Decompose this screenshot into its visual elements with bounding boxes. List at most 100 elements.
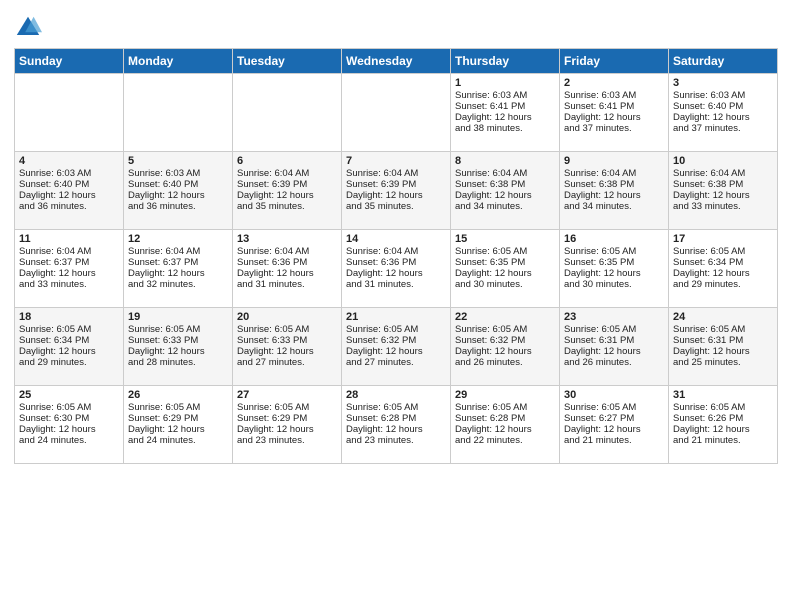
calendar-cell: 10Sunrise: 6:04 AMSunset: 6:38 PMDayligh… (669, 152, 778, 230)
day-info: and 37 minutes. (564, 123, 664, 134)
day-info: Sunset: 6:36 PM (346, 257, 446, 268)
day-info: Daylight: 12 hours (237, 268, 337, 279)
day-info: Sunset: 6:31 PM (564, 335, 664, 346)
day-info: Daylight: 12 hours (673, 112, 773, 123)
calendar-cell: 29Sunrise: 6:05 AMSunset: 6:28 PMDayligh… (451, 386, 560, 464)
day-number: 15 (455, 233, 555, 245)
calendar-cell: 18Sunrise: 6:05 AMSunset: 6:34 PMDayligh… (15, 308, 124, 386)
day-info: Sunrise: 6:05 AM (455, 324, 555, 335)
day-info: and 38 minutes. (455, 123, 555, 134)
day-info: Daylight: 12 hours (19, 346, 119, 357)
day-info: Daylight: 12 hours (564, 112, 664, 123)
day-info: Daylight: 12 hours (346, 424, 446, 435)
calendar-cell (124, 74, 233, 152)
day-info: and 37 minutes. (673, 123, 773, 134)
calendar-cell: 4Sunrise: 6:03 AMSunset: 6:40 PMDaylight… (15, 152, 124, 230)
day-info: Sunrise: 6:05 AM (673, 246, 773, 257)
header (14, 10, 778, 42)
day-number: 28 (346, 389, 446, 401)
day-info: Daylight: 12 hours (19, 268, 119, 279)
day-info: and 35 minutes. (346, 201, 446, 212)
day-info: Sunset: 6:31 PM (673, 335, 773, 346)
day-info: and 34 minutes. (564, 201, 664, 212)
day-info: Sunset: 6:27 PM (564, 413, 664, 424)
calendar-table: SundayMondayTuesdayWednesdayThursdayFrid… (14, 48, 778, 464)
day-info: Sunrise: 6:05 AM (673, 402, 773, 413)
day-info: and 22 minutes. (455, 435, 555, 446)
calendar-cell: 13Sunrise: 6:04 AMSunset: 6:36 PMDayligh… (233, 230, 342, 308)
day-info: Daylight: 12 hours (455, 346, 555, 357)
calendar-cell: 23Sunrise: 6:05 AMSunset: 6:31 PMDayligh… (560, 308, 669, 386)
weekday-header-sunday: Sunday (15, 49, 124, 74)
day-info: Sunrise: 6:03 AM (673, 90, 773, 101)
day-info: and 26 minutes. (564, 357, 664, 368)
day-number: 29 (455, 389, 555, 401)
day-number: 10 (673, 155, 773, 167)
day-info: and 28 minutes. (128, 357, 228, 368)
day-info: and 31 minutes. (346, 279, 446, 290)
day-number: 19 (128, 311, 228, 323)
calendar-cell: 9Sunrise: 6:04 AMSunset: 6:38 PMDaylight… (560, 152, 669, 230)
day-info: Daylight: 12 hours (455, 268, 555, 279)
weekday-header-saturday: Saturday (669, 49, 778, 74)
calendar-cell: 27Sunrise: 6:05 AMSunset: 6:29 PMDayligh… (233, 386, 342, 464)
day-info: Sunset: 6:38 PM (455, 179, 555, 190)
calendar-cell (342, 74, 451, 152)
day-info: Daylight: 12 hours (19, 424, 119, 435)
day-number: 22 (455, 311, 555, 323)
day-info: Sunset: 6:34 PM (19, 335, 119, 346)
day-info: Daylight: 12 hours (455, 112, 555, 123)
day-info: and 31 minutes. (237, 279, 337, 290)
day-number: 1 (455, 77, 555, 89)
day-number: 17 (673, 233, 773, 245)
weekday-header-wednesday: Wednesday (342, 49, 451, 74)
day-info: Sunrise: 6:04 AM (673, 168, 773, 179)
day-info: and 26 minutes. (455, 357, 555, 368)
day-number: 31 (673, 389, 773, 401)
day-info: Daylight: 12 hours (564, 424, 664, 435)
logo (14, 14, 46, 42)
calendar-cell: 14Sunrise: 6:04 AMSunset: 6:36 PMDayligh… (342, 230, 451, 308)
day-info: Sunset: 6:41 PM (455, 101, 555, 112)
day-info: Sunrise: 6:05 AM (673, 324, 773, 335)
day-info: Sunset: 6:26 PM (673, 413, 773, 424)
calendar-cell: 26Sunrise: 6:05 AMSunset: 6:29 PMDayligh… (124, 386, 233, 464)
weekday-header-thursday: Thursday (451, 49, 560, 74)
weekday-header-friday: Friday (560, 49, 669, 74)
day-info: Daylight: 12 hours (128, 268, 228, 279)
day-info: Sunset: 6:29 PM (128, 413, 228, 424)
day-info: Sunset: 6:30 PM (19, 413, 119, 424)
calendar-cell: 11Sunrise: 6:04 AMSunset: 6:37 PMDayligh… (15, 230, 124, 308)
calendar-body: 1Sunrise: 6:03 AMSunset: 6:41 PMDaylight… (15, 74, 778, 464)
day-info: Sunrise: 6:03 AM (19, 168, 119, 179)
day-number: 26 (128, 389, 228, 401)
day-info: Sunrise: 6:04 AM (237, 168, 337, 179)
day-number: 11 (19, 233, 119, 245)
day-info: Sunrise: 6:05 AM (455, 402, 555, 413)
day-info: Sunrise: 6:04 AM (237, 246, 337, 257)
calendar-cell: 12Sunrise: 6:04 AMSunset: 6:37 PMDayligh… (124, 230, 233, 308)
day-info: and 29 minutes. (673, 279, 773, 290)
weekday-header-monday: Monday (124, 49, 233, 74)
day-info: Sunset: 6:39 PM (237, 179, 337, 190)
day-info: Sunset: 6:33 PM (128, 335, 228, 346)
day-info: Daylight: 12 hours (346, 346, 446, 357)
day-number: 13 (237, 233, 337, 245)
day-number: 2 (564, 77, 664, 89)
day-info: Sunset: 6:37 PM (19, 257, 119, 268)
calendar-cell: 16Sunrise: 6:05 AMSunset: 6:35 PMDayligh… (560, 230, 669, 308)
day-info: and 23 minutes. (237, 435, 337, 446)
day-info: and 23 minutes. (346, 435, 446, 446)
calendar-cell: 17Sunrise: 6:05 AMSunset: 6:34 PMDayligh… (669, 230, 778, 308)
calendar-week-row: 11Sunrise: 6:04 AMSunset: 6:37 PMDayligh… (15, 230, 778, 308)
calendar-cell: 20Sunrise: 6:05 AMSunset: 6:33 PMDayligh… (233, 308, 342, 386)
weekday-header-tuesday: Tuesday (233, 49, 342, 74)
calendar-cell: 31Sunrise: 6:05 AMSunset: 6:26 PMDayligh… (669, 386, 778, 464)
day-number: 14 (346, 233, 446, 245)
day-info: Daylight: 12 hours (564, 268, 664, 279)
day-info: Sunset: 6:35 PM (455, 257, 555, 268)
day-info: Sunset: 6:40 PM (19, 179, 119, 190)
day-info: Sunset: 6:33 PM (237, 335, 337, 346)
day-number: 20 (237, 311, 337, 323)
day-info: Sunset: 6:35 PM (564, 257, 664, 268)
